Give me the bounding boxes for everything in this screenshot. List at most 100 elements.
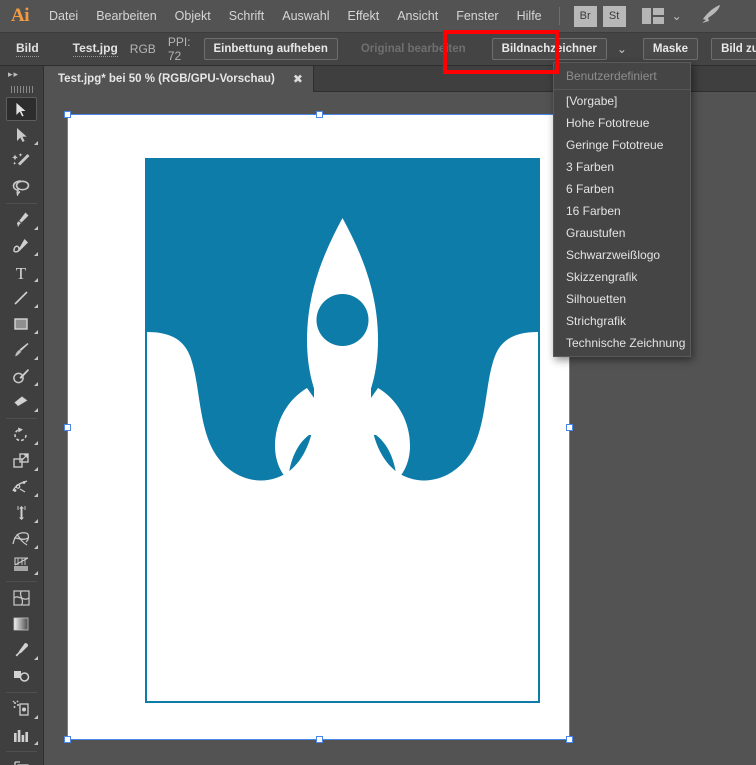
image-trace-preset-menu[interactable]: Benutzerdefiniert [Vorgabe] Hohe Fototre… xyxy=(553,62,691,357)
tool-flyout-indicator-icon xyxy=(34,252,38,256)
direct-selection-tool[interactable] xyxy=(0,122,42,148)
tool-flyout-indicator-icon xyxy=(34,493,38,497)
ppi-label: PPI: 72 xyxy=(168,35,191,63)
tool-flyout-indicator-icon xyxy=(34,715,38,719)
rocket-illustration xyxy=(147,160,538,701)
preset-item-hohe-fototreue[interactable]: Hohe Fototreue xyxy=(554,112,690,134)
tool-flyout-indicator-icon xyxy=(34,141,38,145)
rocket-icon[interactable] xyxy=(700,4,722,29)
preset-item-vorgabe[interactable]: [Vorgabe] xyxy=(554,90,690,112)
preset-item-6-farben[interactable]: 6 Farben xyxy=(554,178,690,200)
app-logo-icon: Ai xyxy=(0,0,40,32)
blend-tool[interactable] xyxy=(0,663,42,689)
scale-tool[interactable] xyxy=(0,448,42,474)
collapse-panel-icon[interactable]: ▸▸ xyxy=(0,66,43,82)
image-trace-button[interactable]: Bildnachzeichner xyxy=(492,38,607,60)
illustrator-window: Ai Datei Bearbeiten Objekt Schrift Auswa… xyxy=(0,0,756,765)
tool-flyout-indicator-icon xyxy=(34,356,38,360)
perspective-grid-tool[interactable] xyxy=(0,552,42,578)
chevron-down-icon[interactable]: ⌄ xyxy=(614,42,630,56)
edit-original-button: Original bearbeiten xyxy=(351,38,476,60)
menu-bar: Ai Datei Bearbeiten Objekt Schrift Auswa… xyxy=(0,0,756,32)
artboard xyxy=(67,114,570,740)
tools-divider xyxy=(6,692,37,693)
menu-item-objekt[interactable]: Objekt xyxy=(166,0,220,32)
menu-separator xyxy=(559,7,560,25)
document-tab[interactable]: Test.jpg* bei 50 % (RGB/GPU-Vorschau) ✖ xyxy=(44,66,314,92)
curvature-tool[interactable] xyxy=(0,233,42,259)
tools-panel: ▸▸ xyxy=(0,66,44,765)
mask-button[interactable]: Maske xyxy=(643,38,698,60)
tool-flyout-indicator-icon xyxy=(34,408,38,412)
chevron-down-icon[interactable]: ⌄ xyxy=(672,9,682,23)
type-tool[interactable]: T xyxy=(0,259,42,285)
panel-layout-icon[interactable] xyxy=(642,8,664,24)
pen-tool[interactable] xyxy=(0,207,42,233)
preset-item-strichgrafik[interactable]: Strichgrafik xyxy=(554,310,690,332)
tool-flyout-indicator-icon xyxy=(34,741,38,745)
tool-flyout-indicator-icon xyxy=(34,467,38,471)
rocket-illustration-svg xyxy=(147,160,538,701)
rotate-tool[interactable] xyxy=(0,422,42,448)
tools-divider xyxy=(6,581,37,582)
selection-tool[interactable] xyxy=(0,96,42,122)
tool-flyout-indicator-icon xyxy=(34,519,38,523)
menu-item-schrift[interactable]: Schrift xyxy=(220,0,273,32)
crop-image-button[interactable]: Bild zuschneiden xyxy=(711,38,756,60)
tools-divider xyxy=(6,418,37,419)
tool-flyout-indicator-icon xyxy=(34,441,38,445)
menu-item-ansicht[interactable]: Ansicht xyxy=(388,0,447,32)
line-segment-tool[interactable] xyxy=(0,285,42,311)
preset-item-technische-zeichnung[interactable]: Technische Zeichnung xyxy=(554,332,690,354)
preset-item-silhouetten[interactable]: Silhouetten xyxy=(554,288,690,310)
tool-flyout-indicator-icon xyxy=(34,656,38,660)
free-transform-tool[interactable] xyxy=(0,500,42,526)
tool-flyout-indicator-icon xyxy=(34,382,38,386)
stock-button[interactable]: St xyxy=(603,6,626,27)
menu-item-fenster[interactable]: Fenster xyxy=(447,0,507,32)
placed-image[interactable] xyxy=(145,158,540,703)
width-tool[interactable] xyxy=(0,474,42,500)
preset-menu-header: Benutzerdefiniert xyxy=(554,63,690,90)
control-bar: Bild Test.jpg RGB PPI: 72 Einbettung auf… xyxy=(0,32,756,66)
shaper-tool[interactable] xyxy=(0,363,42,389)
svg-text:T: T xyxy=(16,264,27,281)
symbol-sprayer-tool[interactable] xyxy=(0,696,42,722)
shape-builder-tool[interactable] xyxy=(0,526,42,552)
close-icon[interactable]: ✖ xyxy=(293,73,303,85)
eyedropper-tool[interactable] xyxy=(0,637,42,663)
menu-item-hilfe[interactable]: Hilfe xyxy=(508,0,551,32)
eraser-tool[interactable] xyxy=(0,389,42,415)
preset-item-schwarzweisslogo[interactable]: Schwarzweißlogo xyxy=(554,244,690,266)
tools-panel-grip[interactable] xyxy=(0,82,43,96)
tool-flyout-indicator-icon xyxy=(34,330,38,334)
menu-item-effekt[interactable]: Effekt xyxy=(338,0,388,32)
lasso-tool[interactable] xyxy=(0,174,42,200)
paintbrush-tool[interactable] xyxy=(0,337,42,363)
menu-item-bearbeiten[interactable]: Bearbeiten xyxy=(87,0,165,32)
unembed-button[interactable]: Einbettung aufheben xyxy=(204,38,338,60)
menu-item-datei[interactable]: Datei xyxy=(40,0,87,32)
tool-flyout-indicator-icon xyxy=(34,304,38,308)
preset-item-skizzengrafik[interactable]: Skizzengrafik xyxy=(554,266,690,288)
artboard-tool[interactable] xyxy=(0,755,42,765)
document-tab-title: Test.jpg* bei 50 % (RGB/GPU-Vorschau) xyxy=(58,73,275,85)
object-type-label: Bild xyxy=(16,41,39,57)
preset-item-3-farben[interactable]: 3 Farben xyxy=(554,156,690,178)
preset-item-16-farben[interactable]: 16 Farben xyxy=(554,200,690,222)
magic-wand-tool[interactable] xyxy=(0,148,42,174)
color-mode-label: RGB xyxy=(130,42,156,56)
gradient-tool[interactable] xyxy=(0,611,42,637)
preset-item-graustufen[interactable]: Graustufen xyxy=(554,222,690,244)
image-trace-group: Bildnachzeichner ⌄ xyxy=(492,38,630,60)
preset-item-geringe-fototreue[interactable]: Geringe Fototreue xyxy=(554,134,690,156)
tool-flyout-indicator-icon xyxy=(34,545,38,549)
tool-flyout-indicator-icon xyxy=(34,226,38,230)
rectangle-tool[interactable] xyxy=(0,311,42,337)
column-graph-tool[interactable] xyxy=(0,722,42,748)
menu-item-auswahl[interactable]: Auswahl xyxy=(273,0,338,32)
tool-flyout-indicator-icon xyxy=(34,571,38,575)
linked-file-name[interactable]: Test.jpg xyxy=(73,41,118,57)
mesh-tool[interactable] xyxy=(0,585,42,611)
bridge-button[interactable]: Br xyxy=(574,6,597,27)
